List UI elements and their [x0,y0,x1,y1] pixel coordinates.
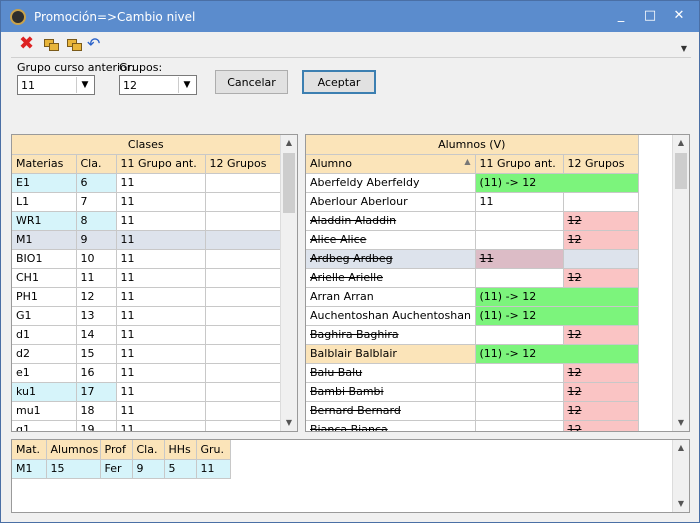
table-row[interactable]: Balblair Balblair (11) -> 12 [306,344,639,364]
table-row[interactable]: Arran Arran (11) -> 12 [306,287,639,307]
prev-group-value: 11 [21,79,35,92]
students-panel: Alumnos (V) Alumno ▲ 11 Grupo ant. 12 Gru… [305,134,690,432]
params-panel: Grupo curso anterior: 11 ▼ Grupos: 12 ▼ … [11,57,691,127]
table-row[interactable]: e1 16 11 [12,363,281,383]
table-row-selected[interactable]: Ardbeg Ardbeg 11 [306,249,639,269]
table-row[interactable]: g1 19 11 [12,420,281,431]
students-scrollbar[interactable]: ▲ ▼ [672,135,689,431]
toolbar-overflow-icon[interactable]: ▼ [681,44,687,53]
title-bar: Promoción=>Cambio nivel _ □ ✕ [1,1,699,32]
table-row[interactable]: M1 15 Fer 9 5 11 [12,459,231,479]
toolbar: ✖ ↶ ▼ [11,34,691,56]
column-header-prev-group[interactable]: 11 Grupo ant. [475,154,564,174]
classes-panel: Clases Materias Cla. 11 Grupo ant. 12 Gr… [11,134,298,432]
classes-scrollbar[interactable]: ▲ ▼ [280,135,297,431]
table-row[interactable]: Alice Alice 12 [306,230,639,250]
table-row[interactable]: Baghira Baghira 12 [306,325,639,345]
table-row[interactable]: G1 13 11 [12,306,281,326]
accept-button[interactable]: Aceptar [302,70,376,94]
scroll-down-icon[interactable]: ▼ [673,496,689,512]
scroll-up-icon[interactable]: ▲ [281,135,297,151]
maximize-button[interactable]: □ [640,7,660,25]
main-window: Promoción=>Cambio nivel _ □ ✕ ✖ ↶ ▼ Grup… [0,0,700,523]
app-icon [10,9,26,25]
delete-icon[interactable]: ✖ [19,35,37,54]
table-row[interactable]: Bianca Bianca 12 [306,420,639,431]
table-row[interactable]: mu1 18 11 [12,401,281,421]
table-row[interactable]: E1 6 11 [12,173,281,193]
groups-select[interactable]: 12 ▼ [119,75,197,95]
chevron-down-icon[interactable]: ▼ [76,77,93,93]
table-row[interactable]: ku1 17 11 [12,382,281,402]
prev-group-label: Grupo curso anterior: [17,61,135,74]
table-row[interactable]: L1 7 11 [12,192,281,212]
table-row[interactable]: d1 14 11 [12,325,281,345]
table-row[interactable]: Aladdin Aladdin 12 [306,211,639,231]
column-header-groups[interactable]: 12 Grupos [563,154,639,174]
classes-grid: Clases Materias Cla. 11 Grupo ant. 12 Gr… [12,135,281,431]
table-row[interactable]: Arielle Arielle 12 [306,268,639,288]
paste-icon[interactable] [66,36,84,54]
summary-scrollbar[interactable]: ▲ ▼ [672,440,689,512]
column-header-alumnos[interactable]: Alumnos [46,440,101,460]
students-grid: Alumnos (V) Alumno ▲ 11 Grupo ant. 12 Gru… [306,135,639,431]
column-header-materias[interactable]: Materias [12,154,77,174]
column-header-prof[interactable]: Prof [100,440,133,460]
table-row[interactable]: Auchentoshan Auchentoshan (11) -> 12 [306,306,639,326]
table-row-selected[interactable]: M1 9 11 [12,230,281,250]
scroll-down-icon[interactable]: ▼ [281,415,297,431]
table-row[interactable]: Balu Balu 12 [306,363,639,383]
table-row[interactable]: Aberlour Aberlour 11 [306,192,639,212]
prev-group-select[interactable]: 11 ▼ [17,75,95,95]
copy-icon[interactable] [43,36,61,54]
undo-icon[interactable]: ↶ [87,36,105,54]
table-row[interactable]: BIO1 10 11 [12,249,281,269]
classes-band-title: Clases [12,135,281,155]
column-header-hhs[interactable]: HHs [164,440,197,460]
column-header-cla[interactable]: Cla. [132,440,165,460]
students-band-title: Alumnos (V) [306,135,639,155]
column-header-cla[interactable]: Cla. [76,154,117,174]
close-button[interactable]: ✕ [669,7,689,25]
chevron-down-icon[interactable]: ▼ [178,77,195,93]
window-title: Promoción=>Cambio nivel [34,10,196,24]
table-row[interactable]: CH1 11 11 [12,268,281,288]
column-header-groups[interactable]: 12 Grupos [205,154,281,174]
column-header-mat[interactable]: Mat. [12,440,47,460]
summary-panel: Mat. Alumnos Prof Cla. HHs Gru. M1 15 Fe… [11,439,690,513]
table-row[interactable]: PH1 12 11 [12,287,281,307]
groups-value: 12 [123,79,137,92]
scroll-up-icon[interactable]: ▲ [673,135,689,151]
summary-grid: Mat. Alumnos Prof Cla. HHs Gru. M1 15 Fe… [12,440,231,479]
minimize-button[interactable]: _ [611,7,631,25]
groups-label: Grupos: [119,61,163,74]
table-row[interactable]: d2 15 11 [12,344,281,364]
cancel-button[interactable]: Cancelar [215,70,288,94]
scroll-up-icon[interactable]: ▲ [673,440,689,456]
table-row[interactable]: Bambi Bambi 12 [306,382,639,402]
scroll-thumb[interactable] [675,153,687,189]
table-row[interactable]: WR1 8 11 [12,211,281,231]
table-row[interactable]: Aberfeldy Aberfeldy (11) -> 12 [306,173,639,193]
sort-asc-icon: ▲ [464,157,471,166]
table-row[interactable]: Bernard Bernard 12 [306,401,639,421]
scroll-down-icon[interactable]: ▼ [673,415,689,431]
scroll-thumb[interactable] [283,153,295,213]
column-header-alumno[interactable]: Alumno ▲ [306,154,476,174]
column-header-gru[interactable]: Gru. [196,440,231,460]
column-header-prev-group[interactable]: 11 Grupo ant. [116,154,206,174]
